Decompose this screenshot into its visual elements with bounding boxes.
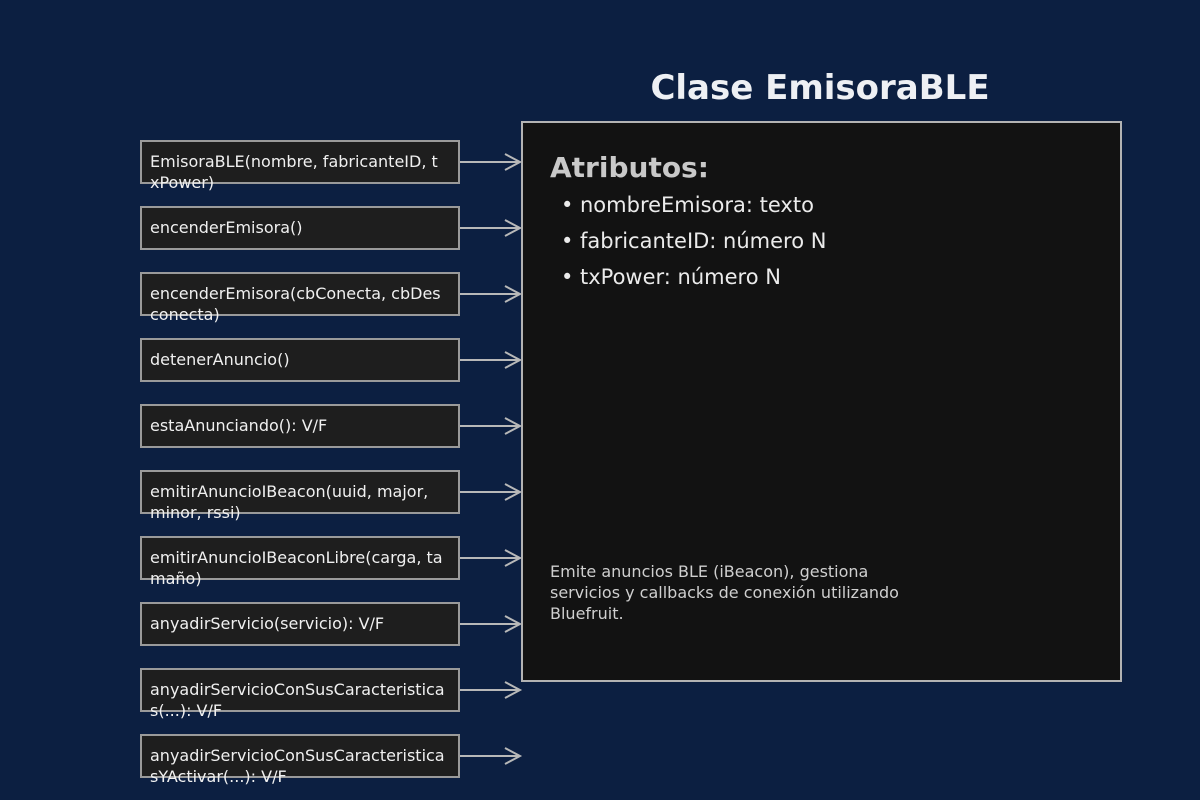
arrow-connector [460,615,523,633]
arrow-connector [460,747,523,765]
connector-arrows [460,153,523,765]
arrow-connector [460,681,523,699]
arrow-connector [460,483,523,501]
arrow-connector [460,285,523,303]
arrow-connector [460,417,523,435]
arrow-connector [460,153,523,171]
arrow-connector [460,219,523,237]
arrow-connector [460,351,523,369]
arrow-connector [460,549,523,567]
